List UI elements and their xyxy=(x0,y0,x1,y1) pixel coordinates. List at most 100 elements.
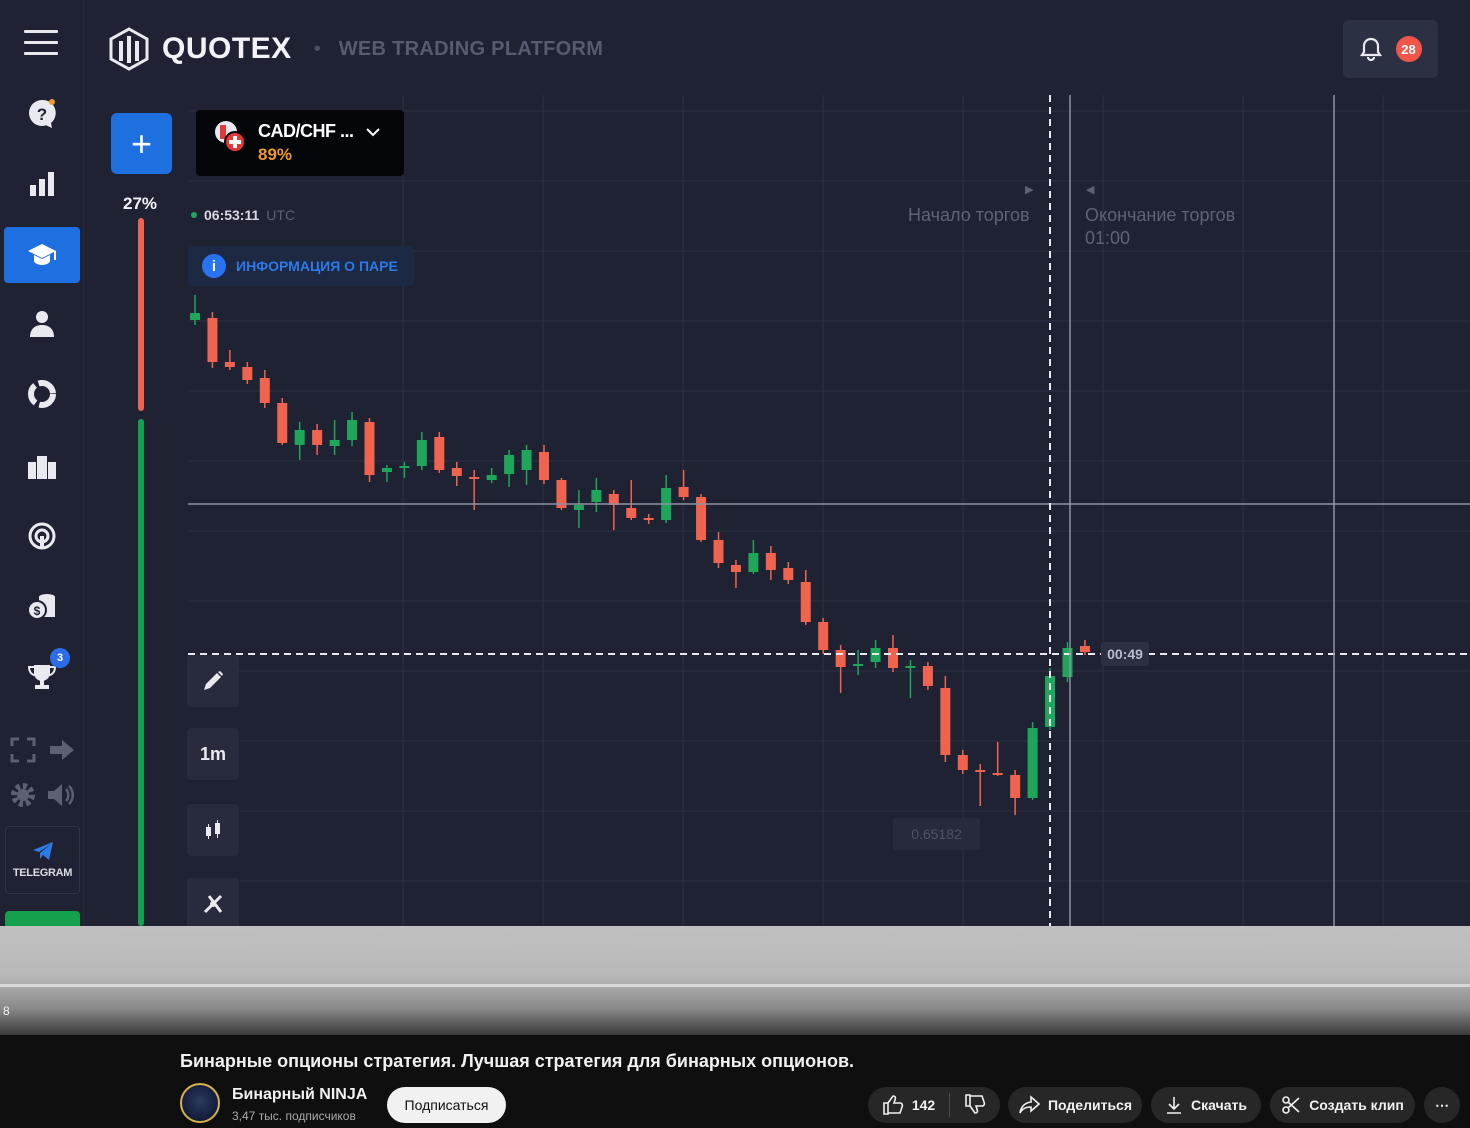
settings-icon[interactable] xyxy=(9,781,37,814)
candle-body xyxy=(818,622,829,650)
candle-body xyxy=(1062,648,1073,677)
fullscreen-icon[interactable] xyxy=(10,737,36,768)
download-label: Скачать xyxy=(1191,1097,1247,1113)
candle-body xyxy=(783,568,794,580)
candle-body xyxy=(626,508,637,518)
candle-body xyxy=(224,362,235,367)
sentiment-up-bar xyxy=(138,419,144,926)
pair-flag-icon xyxy=(215,121,246,153)
bell-icon xyxy=(1359,37,1382,61)
more-button[interactable]: ⋯ xyxy=(1424,1087,1460,1123)
candle-body xyxy=(905,666,916,668)
candle-body xyxy=(451,468,462,476)
online-dot xyxy=(191,212,197,218)
candle-body xyxy=(469,477,480,479)
candle-body xyxy=(521,450,532,470)
channel-name[interactable]: Бинарный NINJA xyxy=(232,1086,367,1104)
notifications-count: 28 xyxy=(1395,36,1422,62)
timeframe-button[interactable]: 1m xyxy=(187,728,239,780)
candle-body xyxy=(713,540,724,563)
candles-icon[interactable] xyxy=(187,804,239,856)
asset-name: CAD/CHF ... xyxy=(258,121,354,141)
candle-body xyxy=(835,650,846,667)
scissors-icon xyxy=(1282,1096,1300,1114)
coins-icon[interactable]: $ xyxy=(4,578,80,634)
candle-body xyxy=(329,440,340,446)
trading-platform: ? $ 3 TELEGRAM QUOTEX • WEB TRADING PLAT… xyxy=(0,0,1470,926)
candle-body xyxy=(957,755,968,770)
download-button[interactable]: Скачать xyxy=(1151,1087,1261,1123)
candle-body xyxy=(1079,646,1090,652)
like-button[interactable]: 142 xyxy=(882,1093,951,1117)
trade-start-label: Начало торгов xyxy=(908,205,1030,225)
brand-separator: • xyxy=(313,37,321,60)
dislike-button[interactable] xyxy=(958,1093,986,1118)
expiry-timer: 00:49 xyxy=(1101,642,1149,666)
tournaments-icon[interactable] xyxy=(4,440,80,496)
telegram-icon xyxy=(32,842,53,860)
info-icon: i xyxy=(202,254,226,278)
sentiment-down-bar xyxy=(138,218,144,411)
trade-end-label: Окончание торгов xyxy=(1085,205,1236,225)
candle-body xyxy=(486,475,497,480)
channel-avatar[interactable] xyxy=(180,1083,220,1123)
video-title: Бинарные опционы стратегия. Лучшая страт… xyxy=(180,1051,855,1071)
candle-body xyxy=(591,490,602,502)
signals-icon[interactable] xyxy=(4,508,80,564)
add-asset-button[interactable]: + xyxy=(111,113,172,174)
menu-icon[interactable] xyxy=(24,30,58,58)
candle-body xyxy=(190,313,200,320)
quotex-logo-icon xyxy=(109,27,149,71)
sound-icon[interactable] xyxy=(46,781,76,814)
candle-body xyxy=(748,553,759,572)
analytics-icon[interactable] xyxy=(4,156,80,212)
arrow-left-icon: ◀ xyxy=(1086,184,1095,196)
sentiment-percent: 27% xyxy=(123,194,158,213)
candle-body xyxy=(888,648,898,668)
svg-text:?: ? xyxy=(37,105,47,124)
video-progress-area[interactable]: 8 xyxy=(0,926,1470,1035)
share-icon xyxy=(1019,1095,1040,1114)
logout-icon[interactable] xyxy=(48,737,76,768)
asset-payout: 89% xyxy=(258,145,293,164)
clip-button[interactable]: Создать клип xyxy=(1270,1087,1415,1123)
pair-info-label: ИНФОРМАЦИЯ О ПАРЕ xyxy=(236,258,398,274)
pair-info-button[interactable]: i ИНФОРМАЦИЯ О ПАРЕ xyxy=(188,246,414,286)
candle-body xyxy=(381,468,392,472)
deposit-button[interactable] xyxy=(5,911,80,926)
brand-logo[interactable]: QUOTEX • WEB TRADING PLATFORM xyxy=(108,27,603,71)
screen: ? $ 3 TELEGRAM QUOTEX • WEB TRADING PLAT… xyxy=(0,0,1470,1128)
thumbs-up-icon xyxy=(883,1095,904,1115)
candle-body xyxy=(364,422,375,475)
trophy-icon[interactable]: 3 xyxy=(4,648,80,704)
education-icon[interactable] xyxy=(4,227,80,283)
like-dislike-group: 142 xyxy=(868,1087,1000,1123)
candle-body xyxy=(242,367,253,380)
share-button[interactable]: Поделиться xyxy=(1008,1087,1142,1123)
candle-body xyxy=(277,403,288,443)
trophy-badge: 3 xyxy=(50,648,70,668)
candle-body xyxy=(573,505,584,510)
candle-body xyxy=(207,318,218,362)
share-label: Поделиться xyxy=(1047,1097,1133,1113)
candle-body xyxy=(678,487,689,497)
help-icon[interactable]: ? xyxy=(4,86,80,142)
candle-body xyxy=(730,565,741,572)
brand-name: QUOTEX xyxy=(162,32,292,65)
subscribe-button[interactable]: Подписаться xyxy=(387,1087,506,1123)
candle-body xyxy=(1027,728,1038,798)
telegram-button[interactable]: TELEGRAM xyxy=(5,826,80,894)
asset-selector[interactable]: CAD/CHF ... 89% xyxy=(196,110,404,176)
indicators-icon[interactable] xyxy=(187,878,239,926)
candle-body xyxy=(539,452,549,480)
account-icon[interactable] xyxy=(4,296,80,352)
clock-timezone: UTC xyxy=(266,207,296,223)
notifications-button[interactable]: 28 xyxy=(1343,20,1438,78)
pencil-icon[interactable] xyxy=(187,655,239,707)
candle-body xyxy=(259,378,270,403)
candle-body xyxy=(800,582,811,622)
telegram-label: TELEGRAM xyxy=(12,867,73,879)
candle-body xyxy=(992,773,1003,775)
video-progress-bar[interactable] xyxy=(0,984,1470,987)
market-icon[interactable] xyxy=(4,366,80,422)
